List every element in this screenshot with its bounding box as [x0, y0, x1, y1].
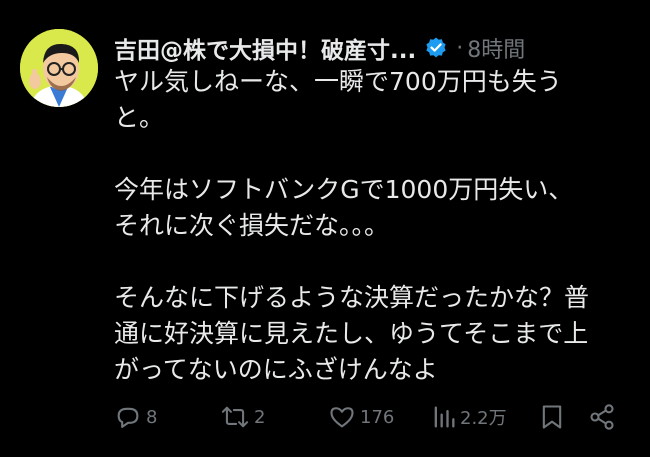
share-icon: [590, 404, 614, 430]
bookmark-icon: [542, 405, 562, 429]
reply-count: 8: [146, 406, 158, 428]
retweet-count: 2: [254, 406, 266, 428]
avatar[interactable]: [20, 29, 98, 107]
bar-chart-icon: [434, 406, 455, 428]
like-count: 176: [360, 406, 395, 428]
like-button[interactable]: 176: [328, 398, 394, 436]
tweet[interactable]: 吉田@株で大損中！破産寸... · 8時間 ヤル気しねーな、一瞬で700万円も失…: [0, 0, 650, 457]
views-button[interactable]: 2.2万: [432, 398, 507, 436]
action-bar: 8 2 176 2.2万: [114, 398, 624, 436]
display-name[interactable]: 吉田@株で大損中！破産寸...: [114, 31, 416, 65]
cartoon-man-avatar-icon: [20, 29, 98, 107]
timestamp[interactable]: 8時間: [467, 32, 525, 64]
share-button[interactable]: [588, 398, 616, 436]
verified-badge-icon: [424, 36, 448, 60]
reply-button[interactable]: 8: [114, 398, 157, 436]
header-separator: ·: [456, 35, 464, 61]
retweet-icon: [221, 406, 249, 428]
tweet-paragraph-1: ヤル気しねーな、一瞬で700万円も失う と。: [114, 67, 562, 132]
retweet-button[interactable]: 2: [220, 398, 265, 436]
view-count: 2.2万: [460, 408, 507, 429]
tweet-text: ヤル気しねーな、一瞬で700万円も失う と。 今年はソフトバンクGで1000万円…: [114, 64, 634, 388]
bookmark-button[interactable]: [539, 398, 565, 436]
tweet-paragraph-2: 今年はソフトバンクGで1000万円失い、 それに次ぐ損失だな。。。: [114, 175, 574, 240]
tweet-header: 吉田@株で大損中！破産寸... · 8時間: [114, 30, 525, 66]
heart-icon: [330, 407, 354, 428]
tweet-paragraph-3: そんなに下げるような決算だったかな？普 通に好決算に見えたし、ゆうてそこまで上 …: [114, 283, 590, 384]
reply-icon: [117, 407, 139, 428]
